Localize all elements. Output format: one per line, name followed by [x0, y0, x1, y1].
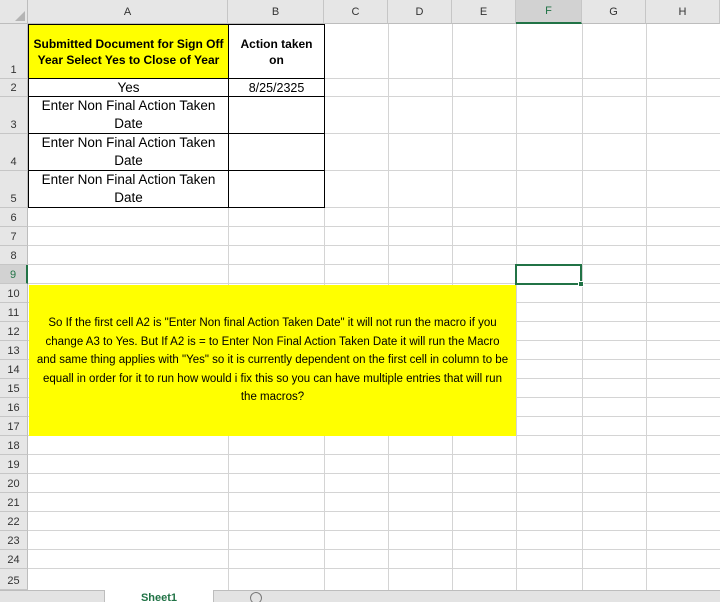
gridline — [28, 549, 720, 550]
select-all-button[interactable] — [0, 0, 28, 24]
column-header-g[interactable]: G — [582, 0, 646, 24]
gridline — [28, 264, 720, 265]
column-header-a[interactable]: A — [28, 0, 228, 24]
cell-b4[interactable] — [228, 133, 325, 171]
row-header-14[interactable]: 14 — [0, 360, 28, 379]
cell-b5[interactable] — [228, 170, 325, 208]
row-header-1[interactable]: 1 — [0, 24, 28, 79]
row-header-7[interactable]: 7 — [0, 227, 28, 246]
row-header-17[interactable]: 17 — [0, 417, 28, 436]
column-header-c[interactable]: C — [324, 0, 388, 24]
gridline — [516, 24, 517, 590]
row-header-22[interactable]: 22 — [0, 512, 28, 531]
spreadsheet: A B C D E F G H 1 2 3 4 5 6 7 8 9 10 11 … — [0, 0, 720, 602]
column-header-b[interactable]: B — [228, 0, 324, 24]
row-header-23[interactable]: 23 — [0, 531, 28, 550]
row-header-3[interactable]: 3 — [0, 97, 28, 134]
cell-a3[interactable]: Enter Non Final Action Taken Date — [28, 96, 229, 134]
cell-a2[interactable]: Yes — [28, 78, 229, 97]
row-header-6[interactable]: 6 — [0, 208, 28, 227]
row-header-2[interactable]: 2 — [0, 79, 28, 97]
cell-a4[interactable]: Enter Non Final Action Taken Date — [28, 133, 229, 171]
fill-handle[interactable] — [578, 281, 584, 287]
cell-b3[interactable] — [228, 96, 325, 134]
gridline — [582, 24, 583, 590]
gridline — [28, 245, 720, 246]
row-header-25[interactable]: 25 — [0, 569, 28, 590]
gridline — [28, 454, 720, 455]
row-header-9[interactable]: 9 — [0, 265, 28, 284]
row-header-12[interactable]: 12 — [0, 322, 28, 341]
note-text: So If the first cell A2 is "Enter Non fi… — [36, 317, 509, 404]
cell-a5[interactable]: Enter Non Final Action Taken Date — [28, 170, 229, 208]
active-cell-f9[interactable] — [515, 264, 582, 285]
cell-a1[interactable]: Submitted Document for Sign Off Year Sel… — [28, 24, 229, 79]
column-header-e[interactable]: E — [452, 0, 516, 24]
row-header-4[interactable]: 4 — [0, 134, 28, 171]
column-header-h[interactable]: H — [646, 0, 720, 24]
row-header-20[interactable]: 20 — [0, 474, 28, 493]
gridline — [28, 530, 720, 531]
row-header-10[interactable]: 10 — [0, 284, 28, 303]
row-header-15[interactable]: 15 — [0, 379, 28, 398]
row-header-16[interactable]: 16 — [0, 398, 28, 417]
row-header-13[interactable]: 13 — [0, 341, 28, 360]
gridline — [646, 24, 647, 590]
column-header-d[interactable]: D — [388, 0, 452, 24]
column-header-f[interactable]: F — [516, 0, 582, 24]
row-header-19[interactable]: 19 — [0, 455, 28, 474]
add-sheet-icon[interactable] — [250, 592, 262, 602]
cell-b2[interactable]: 8/25/2325 — [228, 78, 325, 97]
cell-b1[interactable]: Action taken on — [228, 24, 325, 79]
row-header-8[interactable]: 8 — [0, 246, 28, 265]
gridline — [28, 511, 720, 512]
row-header-18[interactable]: 18 — [0, 436, 28, 455]
sheet-tab-sheet1[interactable]: Sheet1 — [104, 590, 214, 602]
row-header-24[interactable]: 24 — [0, 550, 28, 569]
gridline — [28, 568, 720, 569]
gridline — [28, 226, 720, 227]
note-merged-cell[interactable]: So If the first cell A2 is "Enter Non fi… — [29, 285, 516, 436]
row-header-11[interactable]: 11 — [0, 303, 28, 322]
gridline — [28, 283, 720, 284]
gridline — [28, 492, 720, 493]
row-header-5[interactable]: 5 — [0, 171, 28, 208]
gridline — [28, 473, 720, 474]
select-all-triangle-icon — [15, 11, 25, 21]
row-header-21[interactable]: 21 — [0, 493, 28, 512]
